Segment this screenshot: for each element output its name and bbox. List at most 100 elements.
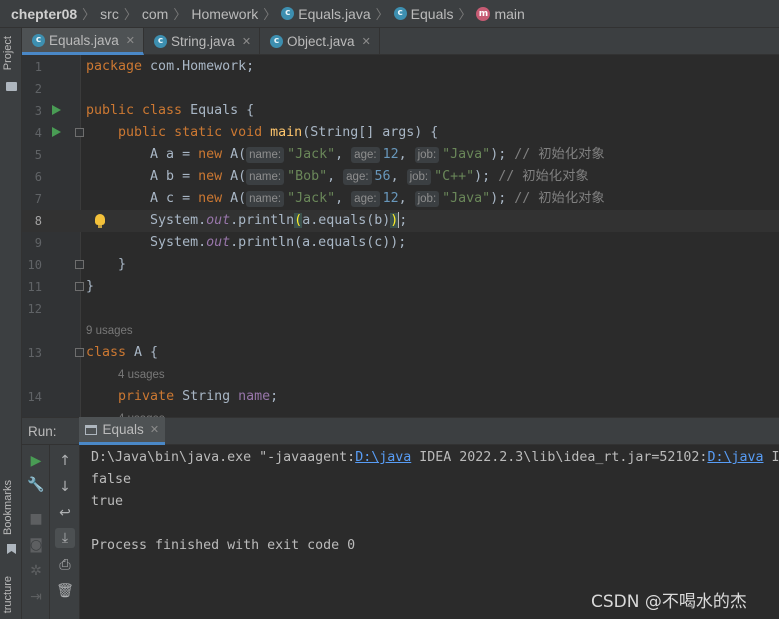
line-number: 7 [34, 192, 42, 206]
tab-object-java[interactable]: c Object.java ✕ [260, 28, 380, 55]
code-line[interactable]: 4 public static void main(String[] args)… [22, 122, 779, 144]
code-line[interactable]: 7 A c = new A(name: "Jack", age: 12, job: "… [22, 188, 779, 210]
code-text: System.out.println(a.equals(c)); [86, 235, 407, 250]
code-text: public class Equals { [86, 103, 255, 118]
usages-hint[interactable]: 4 usages [118, 364, 165, 386]
breadcrumb-class-label: Equals [410, 5, 454, 22]
chevron-right-icon: 〉 [123, 7, 137, 22]
line-number: 11 [27, 280, 42, 294]
line-number: 6 [34, 170, 42, 184]
run-method-icon[interactable] [52, 127, 61, 137]
code-text: A c = new A(name: "Jack", age: 12, job: "Ja… [86, 191, 605, 207]
code-line[interactable]: 11 } [22, 276, 779, 298]
code-text: A a = new A(name: "Jack", age: 12, job: "Ja… [86, 147, 605, 163]
arrow-up-icon[interactable]: ↑ [55, 451, 75, 471]
class-file-icon: c [281, 7, 295, 20]
fold-icon[interactable] [75, 128, 84, 137]
folder-icon [6, 82, 17, 91]
run-toolbar-primary: ▶ 🔧 ■ ◙ ✲ ⇥ [22, 445, 50, 619]
class-icon: c [393, 7, 407, 20]
code-line[interactable]: 10 } [22, 254, 779, 276]
console-line: false [91, 472, 132, 487]
fold-icon[interactable] [75, 282, 84, 291]
code-line[interactable]: 5 A a = new A(name: "Jack", age: 12, job: "… [22, 144, 779, 166]
breadcrumb: chepter08 〉 src 〉 com 〉 Homework 〉 c Equ… [0, 0, 779, 28]
line-number: 4 [34, 126, 42, 140]
console-line-command: D:\Java\bin\java.exe "-javaagent:D:\java… [91, 450, 779, 465]
code-line[interactable]: 6 A b = new A(name: "Bob", age: 56, job: "C… [22, 166, 779, 188]
code-line[interactable]: 2 [22, 78, 779, 100]
close-icon[interactable]: ✕ [150, 423, 159, 436]
code-line[interactable]: 9 System.out.println(a.equals(c)); [22, 232, 779, 254]
tab-string-java[interactable]: c String.java ✕ [144, 28, 261, 55]
code-line[interactable]: 1 package com.Homework; [22, 56, 779, 78]
run-tab-equals[interactable]: Equals ✕ [78, 417, 166, 445]
code-line[interactable]: 3 public class Equals { [22, 100, 779, 122]
rerun-icon[interactable]: ▶ [26, 451, 46, 471]
editor-tabs: c Equals.java ✕ c String.java ✕ c Object… [22, 28, 779, 55]
arrow-down-icon[interactable]: ↓ [55, 477, 75, 497]
debug-icon[interactable]: ✲ [26, 561, 46, 581]
console-link[interactable]: D:\java [355, 450, 411, 465]
trash-icon[interactable]: 🗑 [55, 581, 75, 601]
console-line-exit: Process finished with exit code 0 [91, 538, 356, 553]
code-text: } [86, 279, 95, 294]
breadcrumb-homework[interactable]: Homework [191, 6, 258, 22]
breadcrumb-src[interactable]: src [100, 6, 119, 22]
left-tool-strip: Project Bookmarks tructure [0, 28, 22, 619]
code-line[interactable]: 13 class A { [22, 342, 779, 364]
tab-label: Equals.java [49, 32, 119, 48]
code-line-current[interactable]: 8 System.out.println(a.equals(b)); [22, 210, 779, 232]
code-editor[interactable]: 1 package com.Homework; 2 3 public class… [22, 55, 779, 417]
breadcrumb-project[interactable]: chepter08 [11, 6, 77, 22]
fold-icon[interactable] [75, 260, 84, 269]
line-number: 13 [27, 346, 42, 360]
usages-hint[interactable]: 9 usages [86, 320, 133, 342]
class-file-icon: c [154, 35, 168, 48]
chevron-right-icon: 〉 [263, 7, 277, 22]
code-text: class A { [86, 345, 159, 360]
line-number: 5 [34, 148, 42, 162]
line-number: 14 [27, 390, 42, 404]
usages-hint[interactable]: 4 usages [118, 408, 165, 417]
soft-wrap-icon[interactable]: ↩ [55, 503, 75, 523]
run-class-icon[interactable] [52, 105, 61, 115]
breadcrumb-method-label: main [494, 5, 525, 22]
code-text: A b = new A(name: "Bob", age: 56, job: "C++… [86, 169, 589, 185]
print-icon[interactable]: ⎙ [55, 555, 75, 575]
chevron-right-icon: 〉 [375, 7, 389, 22]
scroll-to-end-icon[interactable]: ⤓ [55, 528, 75, 548]
code-line[interactable]: 12 [22, 298, 779, 320]
exit-icon[interactable]: ⇥ [26, 587, 46, 607]
line-number: 2 [34, 82, 42, 96]
line-number: 10 [27, 258, 42, 272]
code-line[interactable]: 14 private String name; [22, 386, 779, 408]
breadcrumb-com[interactable]: com [142, 6, 168, 22]
breadcrumb-file[interactable]: c Equals.java [281, 5, 371, 22]
close-icon[interactable]: ✕ [362, 35, 371, 48]
breadcrumb-file-label: Equals.java [298, 5, 371, 22]
line-number: 3 [34, 104, 42, 118]
method-icon: m [476, 6, 491, 21]
camera-icon[interactable]: ◙ [26, 535, 46, 555]
chevron-right-icon: 〉 [82, 7, 96, 22]
close-icon[interactable]: ✕ [126, 34, 135, 47]
bookmark-icon [7, 544, 16, 554]
project-tool-button[interactable]: Project [2, 36, 14, 70]
structure-tool-button[interactable]: tructure [2, 576, 14, 613]
tab-equals-java[interactable]: c Equals.java ✕ [22, 28, 145, 55]
breadcrumb-class[interactable]: c Equals [393, 5, 454, 22]
breadcrumb-method[interactable]: m main [476, 5, 525, 22]
code-text: public static void main(String[] args) { [118, 125, 439, 140]
run-tab-label: Equals [102, 422, 144, 437]
watermark: CSDN @不喝水的杰 [591, 592, 747, 612]
class-file-icon: c [32, 33, 45, 47]
close-icon[interactable]: ✕ [242, 35, 251, 48]
console-link[interactable]: D:\java [707, 450, 763, 465]
wrench-icon[interactable]: 🔧 [26, 475, 46, 495]
fold-icon[interactable] [75, 348, 84, 357]
stop-icon[interactable]: ■ [26, 509, 46, 529]
chevron-right-icon: 〉 [458, 7, 472, 22]
bookmarks-tool-button[interactable]: Bookmarks [2, 480, 14, 535]
class-file-icon: c [270, 35, 284, 48]
